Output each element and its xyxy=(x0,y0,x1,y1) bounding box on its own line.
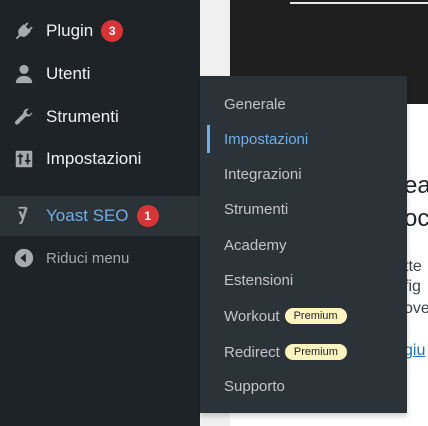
submenu-item-label: Workout xyxy=(224,307,280,325)
update-count-badge: 3 xyxy=(101,20,124,42)
submenu-pointer xyxy=(190,208,200,228)
submenu-item-label: Redirect xyxy=(224,343,280,361)
banner-underline xyxy=(290,2,428,4)
plugin-icon xyxy=(12,19,36,43)
sidebar-item-label: Plugin xyxy=(46,21,94,40)
submenu-item-label: Estensioni xyxy=(224,271,294,289)
sidebar-item-label: Strumenti xyxy=(46,107,119,126)
yoast-icon xyxy=(12,204,36,228)
yoast-submenu: Generale Impostazioni Integrazioni Strum… xyxy=(200,76,407,413)
sidebar-item-label: Yoast SEO xyxy=(46,206,129,225)
submenu-item-label: Academy xyxy=(224,236,287,254)
submenu-item-label: Generale xyxy=(224,95,286,113)
submenu-item-redirect[interactable]: Redirect Premium xyxy=(200,336,407,368)
sidebar-item-label: Utenti xyxy=(46,64,91,83)
settings-sliders-icon xyxy=(12,147,36,171)
premium-badge: Premium xyxy=(284,344,347,360)
submenu-item-strumenti[interactable]: Strumenti xyxy=(200,193,407,225)
card-link[interactable]: giu xyxy=(404,342,425,360)
sidebar-item-yoast-seo[interactable]: Yoast SEO 1 xyxy=(0,196,200,236)
submenu-item-generale[interactable]: Generale xyxy=(200,88,407,120)
collapse-menu-label: Riduci menu xyxy=(46,249,130,267)
card-heading-line-2: oc xyxy=(404,205,428,232)
user-icon xyxy=(12,62,36,86)
submenu-item-workout[interactable]: Workout Premium xyxy=(200,300,407,332)
card-heading-line-1: ea xyxy=(404,172,428,199)
notification-count-badge: 1 xyxy=(136,205,159,227)
submenu-item-label: Impostazioni xyxy=(224,130,309,148)
submenu-item-estensioni[interactable]: Estensioni xyxy=(200,264,407,296)
submenu-item-integrazioni[interactable]: Integrazioni xyxy=(200,158,407,190)
current-indicator xyxy=(207,125,210,153)
card-text-line-3: ove xyxy=(404,300,428,317)
submenu-item-label: Strumenti xyxy=(224,200,289,218)
sidebar-item-impostazioni[interactable]: Impostazioni xyxy=(0,139,200,179)
submenu-item-academy[interactable]: Academy xyxy=(200,229,407,261)
collapse-menu-button[interactable]: Riduci menu xyxy=(0,238,200,278)
sidebar-item-strumenti[interactable]: Strumenti xyxy=(0,97,200,137)
premium-badge: Premium xyxy=(284,308,347,324)
admin-sidebar: Plugin 3 Utenti Strumenti Impostazioni Y… xyxy=(0,0,200,426)
sidebar-item-label: Impostazioni xyxy=(46,149,142,168)
sidebar-item-plugin[interactable]: Plugin 3 xyxy=(0,11,200,51)
submenu-item-impostazioni[interactable]: Impostazioni xyxy=(200,123,407,155)
submenu-item-label: Integrazioni xyxy=(224,165,302,183)
submenu-item-supporto[interactable]: Supporto xyxy=(200,370,407,402)
sidebar-item-utenti[interactable]: Utenti xyxy=(0,54,200,94)
collapse-arrow-icon xyxy=(12,246,36,270)
wrench-icon xyxy=(12,105,36,129)
submenu-item-label: Supporto xyxy=(224,377,285,395)
